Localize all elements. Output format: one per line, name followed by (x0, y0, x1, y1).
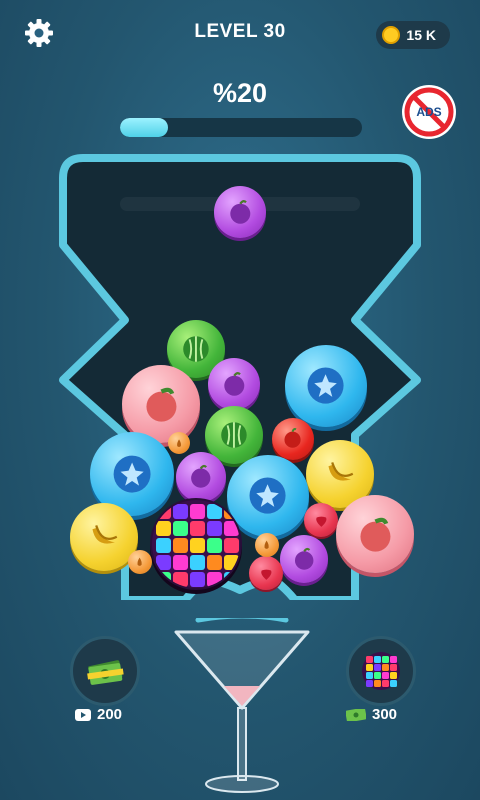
candy-blueberry (227, 455, 309, 537)
cash-stack-icon (87, 660, 124, 685)
money-booster-price: 200 (75, 706, 122, 723)
martini-glass (174, 618, 310, 793)
disco-booster-button[interactable] (346, 636, 416, 706)
candy-strawberry (249, 556, 283, 590)
candy-plum (208, 358, 260, 410)
candy-plum (280, 535, 328, 583)
candy-pear (128, 550, 152, 574)
candy-blueberry (285, 345, 367, 427)
current-drop-plum (214, 186, 266, 238)
no-ads-label: ADS (416, 105, 441, 119)
candy-pear (255, 533, 279, 557)
candy-peach (336, 495, 414, 573)
progress-fill (120, 118, 169, 137)
candy-strawberry (304, 503, 338, 537)
disco-booster-price: 300 (346, 706, 397, 723)
money-price-text: 200 (97, 706, 123, 723)
candy-apple (272, 418, 314, 460)
candy-disco-ball (150, 498, 242, 590)
coin-count: 15 K (406, 27, 436, 43)
coin-balance: 15 K (376, 21, 450, 49)
money-booster-button[interactable] (70, 636, 140, 706)
candy-pear (168, 432, 190, 454)
progress-bar (120, 118, 362, 137)
top-bar: LEVEL 30 15 K (0, 0, 480, 64)
candy-plum (176, 452, 226, 502)
coin-icon (382, 26, 401, 44)
disco-ball-icon (362, 652, 400, 690)
no-ads-button[interactable]: ADS (400, 83, 458, 141)
video-play-icon (75, 708, 91, 721)
disco-price-text: 300 (372, 706, 398, 723)
cash-icon (346, 708, 366, 721)
